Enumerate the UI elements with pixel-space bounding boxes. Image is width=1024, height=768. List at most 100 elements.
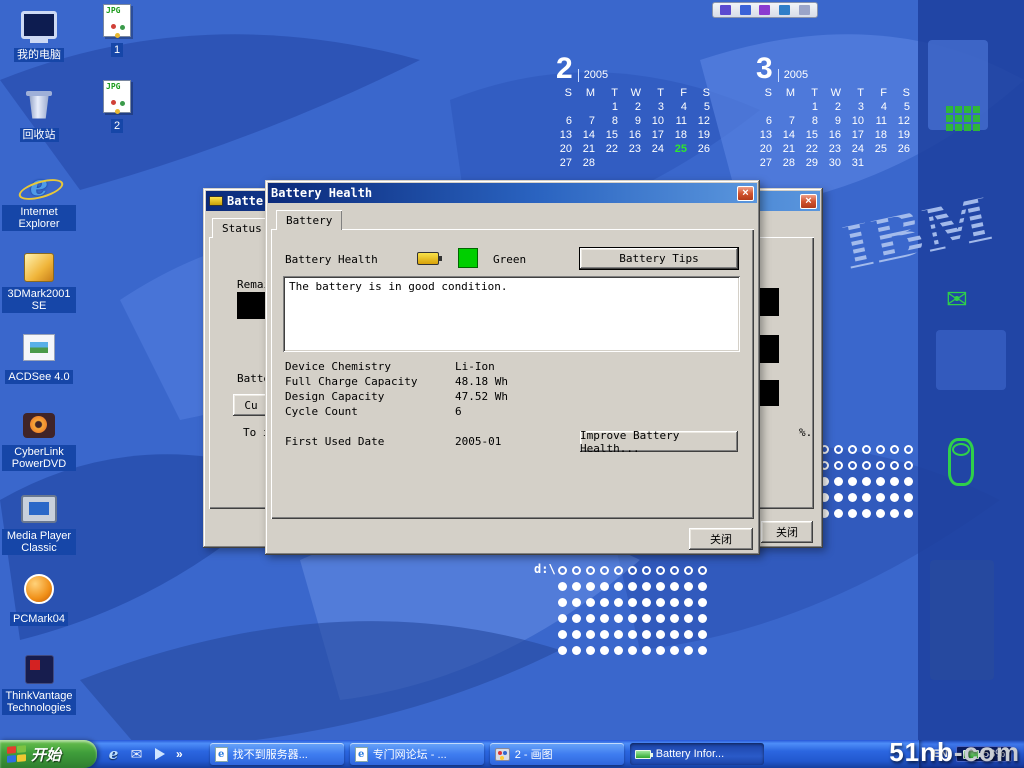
desktop-icon-thinkvantage[interactable]: ThinkVantage Technologies: [2, 652, 76, 716]
battery-health-close-x-button[interactable]: [737, 186, 754, 201]
dot: [876, 509, 885, 518]
dot: [834, 445, 843, 454]
dot: [600, 566, 609, 575]
calendar-day: 7: [579, 115, 602, 128]
battery-health-title: Battery Health: [271, 186, 733, 200]
dot: [628, 630, 637, 639]
dot: [628, 566, 637, 575]
battery-information-close-button[interactable]: [800, 194, 817, 209]
dot: [890, 493, 899, 502]
calendar-day: 8: [802, 115, 825, 128]
taskbar-task-3[interactable]: 2 - 画图: [490, 743, 624, 765]
toolbar-volume-icon[interactable]: [740, 5, 751, 15]
desktop-icon-my-computer[interactable]: 我的电脑: [2, 8, 76, 63]
dot: [890, 445, 899, 454]
calendar-day: 22: [802, 143, 825, 156]
dot: [684, 598, 693, 607]
calendar-day-header: W: [625, 87, 648, 100]
quick-launch-mail-icon[interactable]: [128, 746, 145, 763]
desktop-file-jpg-1[interactable]: JPG 1: [80, 4, 154, 58]
desktop-icon-label: PCMark04: [10, 612, 68, 626]
my-computer-icon: [20, 8, 58, 42]
taskbar-task-2[interactable]: 专门网论坛 - ...: [350, 743, 484, 765]
toolbar-power-icon[interactable]: [720, 5, 731, 15]
desktop-icon-powerdvd[interactable]: CyberLink PowerDVD: [2, 408, 76, 472]
desktop-icon-media-player-classic[interactable]: Media Player Classic: [2, 492, 76, 556]
dot: [558, 598, 567, 607]
top-right-toolbar[interactable]: [712, 2, 818, 18]
calendar-day: 8: [602, 115, 625, 128]
calendar-day: 14: [579, 129, 602, 142]
desktop-icon-internet-explorer[interactable]: Internet Explorer: [2, 168, 76, 232]
dot: [586, 630, 595, 639]
task-label: 找不到服务器...: [233, 746, 308, 762]
toolbar-keyboard-icon[interactable]: [779, 5, 790, 15]
quick-launch-overflow-chevron[interactable]: »: [174, 747, 185, 761]
toolbar-display-icon[interactable]: [759, 5, 770, 15]
taskbar-task-1[interactable]: 找不到服务器...: [210, 743, 344, 765]
dot: [890, 461, 899, 470]
calendar-day-header: F: [871, 87, 894, 100]
first-used-date-label: First Used Date: [285, 435, 384, 448]
dot: [698, 582, 707, 591]
tab-battery[interactable]: Battery: [276, 210, 342, 230]
calendar-day-header: M: [779, 87, 802, 100]
start-button[interactable]: 开始: [0, 740, 97, 768]
dot: [558, 614, 567, 623]
calendar-day: 26: [694, 143, 717, 156]
quick-launch-media-icon[interactable]: [151, 746, 168, 763]
calendar-day: 5: [894, 101, 917, 114]
desktop-icon-recycle-bin[interactable]: 回收站: [2, 88, 76, 143]
improve-battery-health-button[interactable]: Improve Battery Health...: [580, 431, 738, 452]
ie-page-icon: [355, 747, 368, 762]
3dmark2001-icon: [20, 250, 58, 284]
dot: [876, 493, 885, 502]
calendar-day: 24: [848, 143, 871, 156]
jpg-badge: JPG: [106, 82, 120, 91]
jpg-badge: JPG: [106, 6, 120, 15]
calendar-day: 21: [579, 143, 602, 156]
dot: [670, 630, 679, 639]
watermark: 51nb-com: [889, 737, 1020, 768]
calendar-day: 13: [556, 129, 579, 142]
dot: [684, 646, 693, 655]
dot: [890, 477, 899, 486]
grid-icon: [946, 106, 980, 131]
calendar-march-2005: 3 2005 SMTWTFS12345678910111213141516171…: [756, 54, 917, 170]
dot-grid-right: [820, 445, 913, 518]
dot: [904, 445, 913, 454]
current-settings-button[interactable]: Cu: [233, 394, 269, 416]
battery-health-titlebar[interactable]: Battery Health: [268, 183, 757, 203]
toolbar-page-icon[interactable]: [799, 5, 810, 15]
calendar-day: 12: [894, 115, 917, 128]
calendar-february-2005: 2 2005 SMTWTFS12345678910111213141516171…: [556, 54, 717, 170]
battery-tips-button[interactable]: Battery Tips: [580, 248, 738, 269]
calendar-day: 25: [871, 143, 894, 156]
battery-health-close-button[interactable]: 关闭: [689, 528, 753, 550]
tab-status[interactable]: Status: [212, 218, 272, 238]
calendar-day: 19: [894, 129, 917, 142]
windows-logo-icon: [7, 745, 26, 763]
desktop-icon-acdsee[interactable]: ACDSee 4.0: [2, 330, 76, 385]
desktop-icon-pcmark04[interactable]: PCMark04: [2, 572, 76, 627]
quick-launch-ie-icon[interactable]: [105, 746, 122, 763]
calendar-day: [756, 101, 779, 114]
dot: [698, 614, 707, 623]
calendar-day: 28: [579, 157, 602, 170]
calendar-day: 1: [602, 101, 625, 114]
dot: [614, 598, 623, 607]
battery-info-close-button[interactable]: 关闭: [761, 521, 813, 543]
battery-cylinder-icon: [948, 438, 974, 486]
dot: [656, 646, 665, 655]
desktop-file-label: 1: [111, 43, 123, 57]
calendar-day: 2: [825, 101, 848, 114]
desktop-icon-3dmark2001[interactable]: 3DMark2001 SE: [2, 250, 76, 314]
dot: [848, 509, 857, 518]
taskbar-task-4[interactable]: Battery Infor...: [630, 743, 764, 765]
calendar-grid: SMTWTFS123456789101112131415161718192021…: [556, 87, 717, 170]
dot-grid-bottom: [558, 566, 707, 655]
health-status-green-square: [458, 248, 478, 268]
dot: [656, 566, 665, 575]
dot: [642, 614, 651, 623]
desktop-file-jpg-2[interactable]: JPG2: [80, 80, 154, 134]
